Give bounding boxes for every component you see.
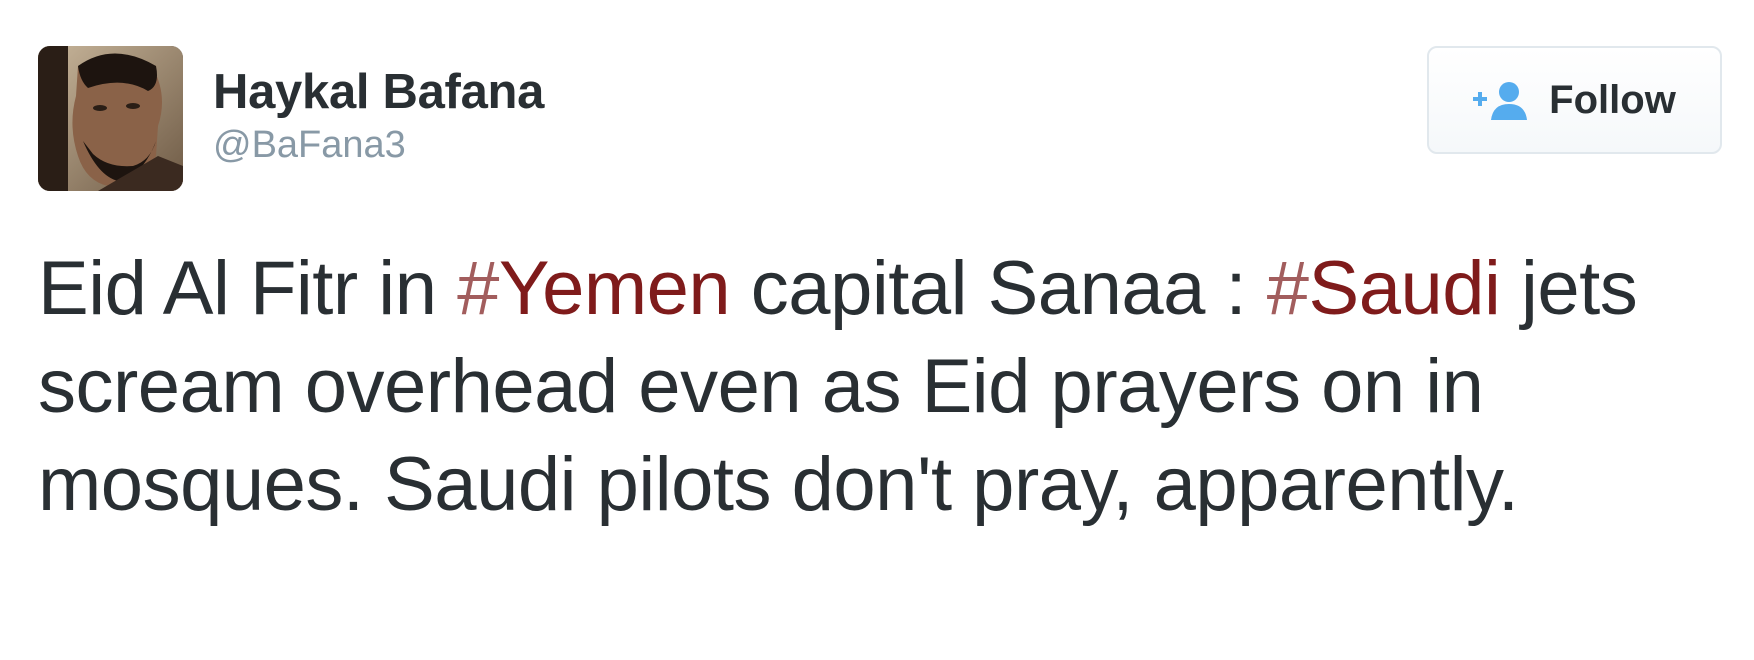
avatar[interactable] [38,46,183,191]
avatar-photo [38,46,183,191]
add-user-icon [1473,82,1528,120]
follow-label: Follow [1549,77,1676,122]
follow-button[interactable]: Follow [1427,46,1722,154]
hashtag-text: Yemen [498,246,731,331]
hashtag-saudi[interactable]: #Saudi [1267,246,1501,331]
tweet-text: Eid Al Fitr in #Yemen capital Sanaa : #S… [38,240,1728,534]
hashtag-yemen[interactable]: #Yemen [457,246,731,331]
user-handle[interactable]: @BaFana3 [213,122,544,168]
tweet-text-segment: capital Sanaa : [730,246,1267,331]
hashtag-text: Saudi [1308,246,1501,331]
tweet-text-segment: Eid Al Fitr in [38,246,458,331]
display-name[interactable]: Haykal Bafana [213,64,544,120]
hashtag-symbol: # [1266,246,1309,331]
user-info: Haykal Bafana @BaFana3 [213,64,544,168]
tweet-card: Haykal Bafana @BaFana3 Follow Eid Al Fit… [0,0,1754,660]
hashtag-symbol: # [457,246,499,331]
